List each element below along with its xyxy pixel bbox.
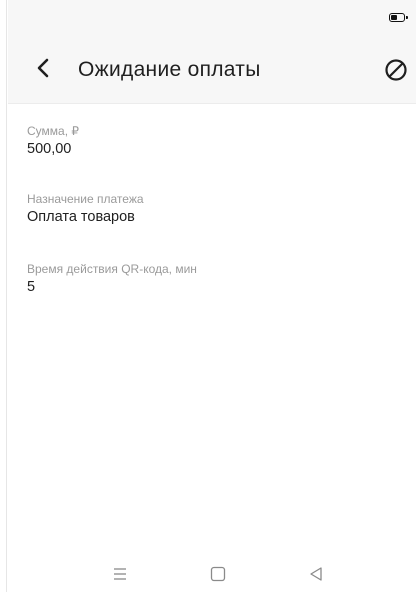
home-square-icon bbox=[210, 566, 226, 582]
cancel-button[interactable] bbox=[384, 58, 408, 82]
amount-value: 500,00 bbox=[27, 141, 72, 157]
chevron-left-icon bbox=[37, 58, 49, 78]
back-button[interactable] bbox=[30, 54, 58, 82]
system-nav-bar bbox=[8, 556, 416, 592]
amount-label: Сумма, ₽ bbox=[27, 124, 80, 138]
toolbar: Ожидание оплаты bbox=[8, 32, 416, 104]
left-edge-divider bbox=[0, 0, 7, 592]
qr-validity-field: Время действия QR-кода, мин 5 bbox=[27, 262, 197, 296]
menu-icon bbox=[114, 568, 126, 580]
home-button[interactable] bbox=[208, 564, 228, 584]
qr-validity-value: 5 bbox=[27, 279, 36, 295]
purpose-label: Назначение платежа bbox=[27, 192, 144, 206]
screen: Ожидание оплаты Сумма, ₽ 500,00 Назначен… bbox=[0, 0, 416, 592]
menu-button[interactable] bbox=[110, 564, 130, 584]
amount-field: Сумма, ₽ 500,00 bbox=[27, 124, 79, 158]
page-title: Ожидание оплаты bbox=[78, 58, 261, 81]
purpose-value: Оплата товаров bbox=[27, 209, 135, 225]
status-bar bbox=[8, 0, 416, 32]
battery-icon bbox=[389, 13, 408, 22]
cancel-circle-icon bbox=[385, 59, 407, 81]
qr-validity-label: Время действия QR-кода, мин bbox=[27, 262, 197, 276]
back-triangle-icon bbox=[310, 567, 322, 581]
system-back-button[interactable] bbox=[306, 564, 326, 584]
purpose-field: Назначение платежа Оплата товаров bbox=[27, 192, 144, 226]
